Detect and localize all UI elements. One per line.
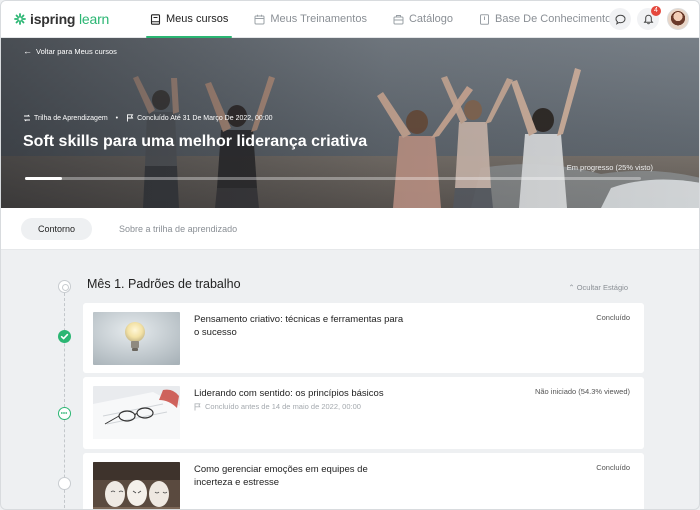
course-tabs: Contorno Sobre a trilha de aprendizado	[1, 208, 699, 250]
nav-meus-cursos[interactable]: Meus cursos	[146, 1, 233, 38]
back-link-label: Voltar para Meus cursos	[36, 46, 117, 56]
course-progress-bar	[25, 177, 641, 180]
course-item-status: Concluído	[596, 463, 630, 472]
course-item-deadline: Concluído antes de 14 de maio de 2022, 0…	[194, 402, 361, 411]
back-to-my-courses-link[interactable]: ← Voltar para Meus cursos	[23, 46, 117, 56]
header-actions: 4	[603, 6, 689, 30]
course-book-icon	[150, 13, 161, 25]
completed-check-icon	[58, 330, 71, 343]
tab-contorno[interactable]: Contorno	[21, 217, 93, 240]
app-window: ispring learn Meus cursos Meus Treinamen…	[0, 0, 700, 510]
user-avatar[interactable]	[667, 8, 689, 30]
nav-catalogo[interactable]: Catálogo	[389, 1, 457, 38]
nav-label: Meus cursos	[166, 13, 229, 25]
notification-count-badge: 4	[651, 6, 661, 16]
nav-base-de-conhecimento[interactable]: Base De Conhecimento	[475, 1, 615, 38]
nav-label: Catálogo	[408, 13, 454, 25]
course-meta: Trilha de Aprendizagem • Concluído Até 3…	[23, 114, 273, 122]
course-type-label: Trilha de Aprendizagem	[34, 114, 108, 122]
course-item-card[interactable]: Pensamento criativo: técnicas e ferramen…	[83, 303, 644, 373]
course-hero-banner: ← Voltar para Meus cursos Trilha de Apre…	[1, 38, 699, 208]
course-item-card[interactable]: Como gerenciar emoções em equipes de inc…	[83, 453, 644, 509]
knowledge-book-icon	[480, 13, 490, 25]
course-item-status: Concluído	[596, 313, 630, 322]
main-nav: Meus cursos Meus Treinamentos Catálogo B…	[146, 1, 633, 38]
deadline-label: Concluído antes de 14 de maio de 2022, 0…	[205, 402, 361, 411]
stage-node	[58, 280, 71, 293]
chevron-up-icon: ⌃	[568, 283, 575, 292]
calendar-icon	[254, 14, 265, 24]
course-item-status: Não iniciado (54.3% viewed)	[534, 387, 630, 396]
collapse-stage-label: Ocultar Estágio	[576, 283, 628, 292]
course-item-title[interactable]: Liderando com sentido: os princípios bás…	[194, 387, 424, 400]
arrow-left-icon: ←	[23, 46, 32, 56]
flag-icon	[127, 114, 134, 122]
logo-asterisk-icon	[14, 13, 26, 25]
chat-bubble-icon	[614, 14, 626, 25]
deadline-label: Concluído Até 31 De Março De 2022, 00:00	[137, 114, 273, 122]
nav-label: Base De Conhecimento	[495, 13, 612, 25]
nav-meus-treinamentos[interactable]: Meus Treinamentos	[250, 1, 371, 38]
separator-dot: •	[115, 114, 119, 122]
course-item-title[interactable]: Como gerenciar emoções em equipes de inc…	[194, 463, 384, 489]
bell-icon	[643, 14, 653, 24]
course-item-card[interactable]: Liderando com sentido: os princípios bás…	[83, 377, 644, 449]
catalog-briefcase-icon	[393, 14, 404, 24]
progress-status-label: Em progresso (25% visto)	[566, 163, 653, 172]
top-bar: ispring learn Meus cursos Meus Treinamen…	[1, 1, 699, 38]
not-started-node-icon	[58, 477, 71, 490]
flag-icon	[194, 402, 201, 410]
learning-path-icon	[23, 114, 31, 122]
logo-text: ispring learn	[30, 11, 110, 27]
hero-overlay	[1, 38, 699, 208]
eggs-faces-thumbnail	[93, 462, 180, 509]
lightbulb-thumbnail	[93, 312, 180, 365]
course-item-title[interactable]: Pensamento criativo: técnicas e ferramen…	[194, 313, 409, 339]
glasses-papers-thumbnail	[93, 386, 180, 439]
in-progress-dots-icon	[58, 407, 71, 420]
nav-label: Meus Treinamentos	[270, 13, 367, 25]
course-progress-fill	[25, 177, 62, 180]
tab-sobre-a-trilha[interactable]: Sobre a trilha de aprendizado	[102, 218, 254, 240]
collapse-stage-button[interactable]: ⌃ Ocultar Estágio	[568, 283, 628, 292]
chat-button[interactable]	[609, 8, 631, 30]
course-title: Soft skills para uma melhor liderança cr…	[23, 133, 368, 150]
logo[interactable]: ispring learn	[14, 11, 132, 27]
stage-title: Mês 1. Padrões de trabalho	[87, 277, 241, 291]
notifications-button[interactable]: 4	[637, 6, 661, 30]
